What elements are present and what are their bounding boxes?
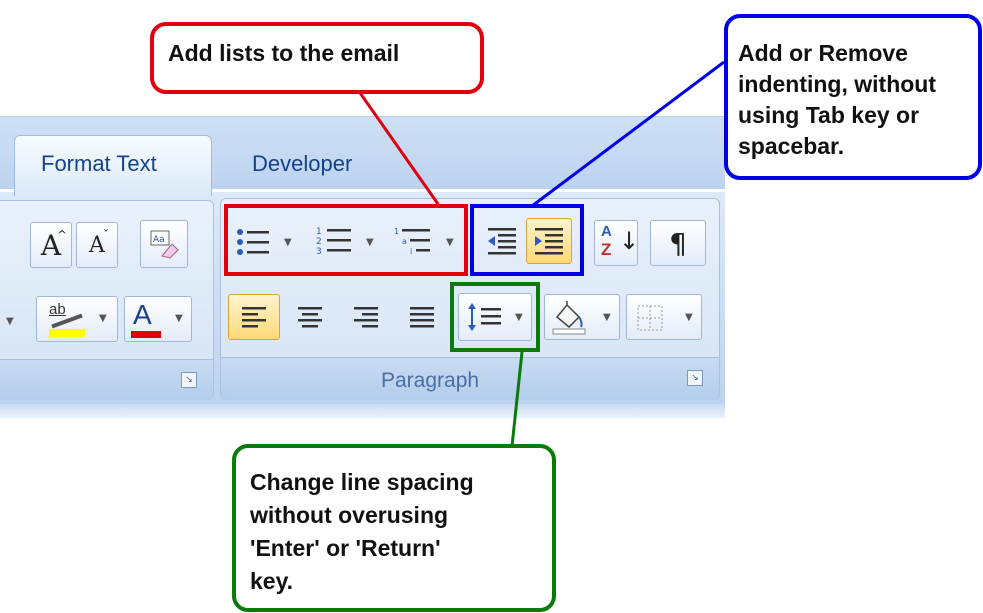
indent-callout-line: indenting, without bbox=[738, 71, 937, 97]
indent-connector-line bbox=[531, 60, 725, 208]
indent-callout-text: Add or Remove indenting, without using T… bbox=[738, 38, 936, 162]
spacing-callout: Change line spacing without overusing 'E… bbox=[232, 444, 556, 612]
lists-callout: Add lists to the email bbox=[150, 22, 484, 94]
spacing-callout-line: 'Enter' or 'Return' bbox=[250, 535, 441, 561]
line-spacing-highlight-box bbox=[450, 282, 540, 352]
spacing-callout-line: Change line spacing bbox=[250, 469, 474, 495]
spacing-callout-text: Change line spacing without overusing 'E… bbox=[250, 466, 474, 598]
spacing-connector-line bbox=[510, 351, 524, 447]
indent-callout: Add or Remove indenting, without using T… bbox=[724, 14, 982, 180]
spacing-callout-line: without overusing bbox=[250, 502, 449, 528]
lists-connector-line bbox=[356, 89, 440, 205]
indent-callout-line: Add or Remove bbox=[738, 40, 908, 66]
indent-callout-line: spacebar. bbox=[738, 133, 845, 159]
lists-highlight-box bbox=[224, 204, 468, 276]
spacing-callout-line: key. bbox=[250, 568, 294, 594]
indent-callout-line: using Tab key or bbox=[738, 102, 920, 128]
lists-callout-text: Add lists to the email bbox=[168, 40, 400, 66]
indent-highlight-box bbox=[470, 204, 584, 276]
